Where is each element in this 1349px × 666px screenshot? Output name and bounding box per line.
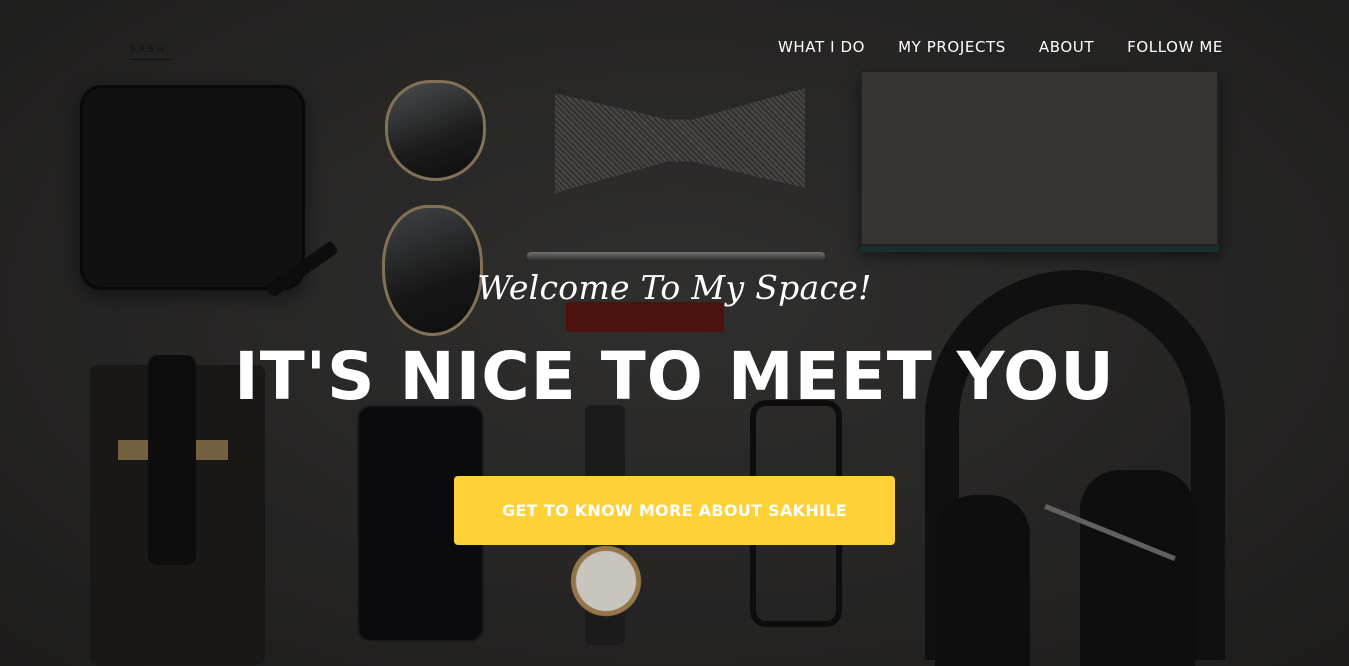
nav-item-what-i-do[interactable]: WHAT I DO [778, 36, 865, 58]
logo-mark: ™ [166, 44, 172, 50]
hero-subheading: Welcome To My Space! [477, 268, 872, 307]
learn-more-button[interactable]: GET TO KNOW MORE ABOUT SAKHILE [454, 476, 895, 545]
hero-heading: IT'S NICE TO MEET YOU [234, 338, 1115, 415]
main-nav: WHAT I DO MY PROJECTS ABOUT FOLLOW ME [778, 36, 1223, 58]
nav-item-follow-me[interactable]: FOLLOW ME [1127, 36, 1223, 58]
logo-text: SASH [130, 45, 167, 55]
nav-item-my-projects[interactable]: MY PROJECTS [898, 36, 1006, 58]
logo[interactable]: SASH™ [130, 44, 172, 60]
hero-section: SASH™ WHAT I DO MY PROJECTS ABOUT FOLLOW… [0, 0, 1349, 666]
nav-item-about[interactable]: ABOUT [1039, 36, 1094, 58]
background-overlay [0, 0, 1349, 666]
